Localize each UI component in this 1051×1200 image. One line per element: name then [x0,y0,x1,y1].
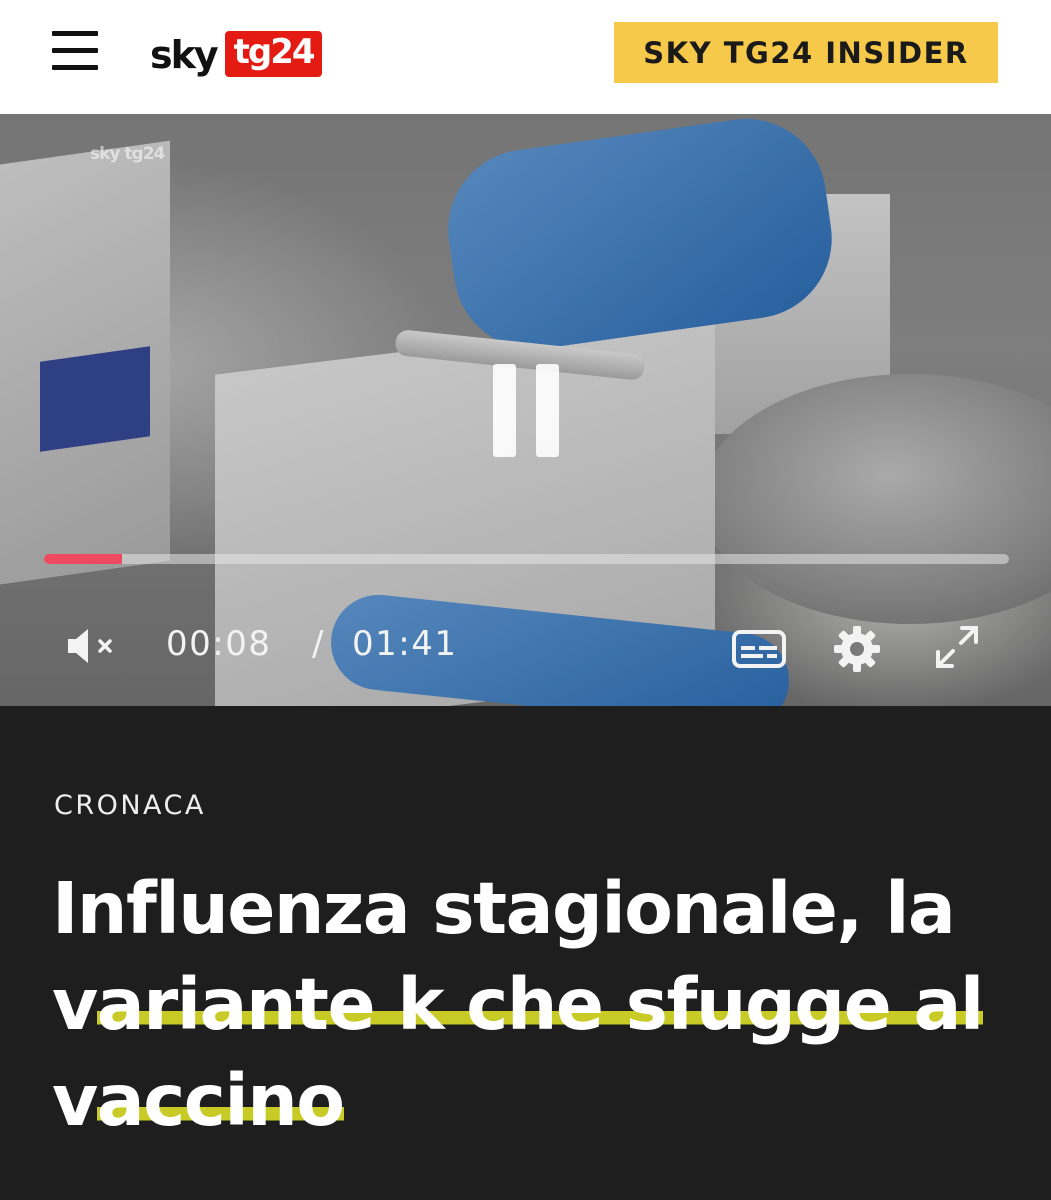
menu-bar [52,31,98,36]
subtitles-icon[interactable] [732,630,786,668]
current-time: 00:08 [166,624,272,664]
headline-highlight: ariante k che sfugge al [96,963,984,1046]
progress-bar[interactable] [44,554,1009,564]
article-header: CRONACA Influenza stagionale, la variant… [0,706,1051,1200]
fullscreen-icon[interactable] [932,622,982,672]
mute-icon[interactable] [66,626,122,666]
insider-button[interactable]: SKY TG24 INSIDER [614,22,998,83]
pause-bar [493,364,516,457]
menu-bar [52,48,98,53]
hamburger-menu-icon[interactable] [52,30,98,72]
category-label[interactable]: CRONACA [54,790,206,821]
skytg24-logo[interactable]: sky tg24 [150,27,322,77]
headline-text: v [52,1059,98,1142]
time-separator: / [312,624,325,664]
headline: Influenza stagionale, la variante k che … [52,861,1012,1149]
logo-sky-text: sky [150,33,219,77]
video-player[interactable]: sky tg24 00:08 / 01:41 [0,114,1051,706]
pause-bar [536,364,559,457]
pause-icon[interactable] [493,364,559,457]
logo-tg24-badge: tg24 [224,31,322,77]
menu-bar [52,65,98,70]
duration: 01:41 [352,624,458,664]
settings-gear-icon[interactable] [832,624,882,674]
channel-watermark: sky tg24 [90,144,165,164]
progress-fill [44,554,123,564]
site-header: sky tg24 SKY TG24 INSIDER [0,0,1051,114]
player-controls: 00:08 / 01:41 [0,614,1051,674]
headline-highlight: accino [96,1059,345,1142]
